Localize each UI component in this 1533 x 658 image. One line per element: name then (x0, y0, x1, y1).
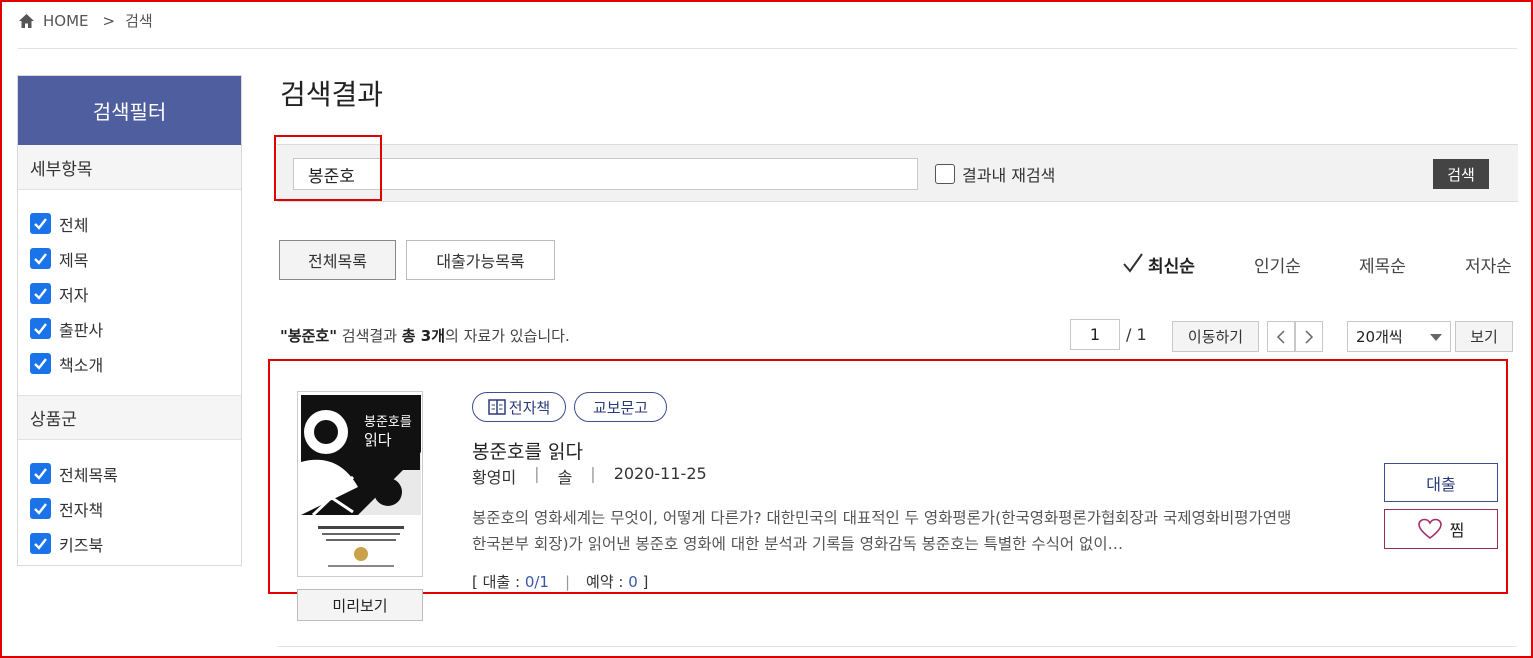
filter-label: 키즈북 (59, 535, 104, 555)
search-filter-sidebar: 검색필터 세부항목 전체 제목 저자 출판사 책소개 상품군 전체목록 전자책 … (17, 75, 242, 566)
filter-label: 책소개 (59, 355, 104, 375)
result-highlight-box (268, 359, 1508, 594)
count-mid: 검색결과 (337, 327, 402, 345)
count-query: "봉준호" (280, 327, 338, 345)
filter-item-author[interactable]: 저자 (30, 276, 241, 311)
tag-kyobo[interactable]: 교보문고 (574, 392, 667, 422)
filter-list-details: 전체 제목 저자 출판사 책소개 (18, 190, 241, 395)
tab-all-list[interactable]: 전체목록 (279, 240, 396, 280)
next-page-button[interactable] (1295, 321, 1323, 352)
count-tail: 의 자료가 있습니다. (445, 327, 570, 345)
re-search-label: 결과내 재검색 (962, 166, 1056, 185)
query-highlight-box (274, 135, 382, 201)
sidebar-title: 검색필터 (18, 76, 241, 145)
chevron-left-icon (1276, 329, 1285, 344)
filter-label: 전체 (59, 215, 89, 235)
filter-label: 전자책 (59, 500, 104, 520)
checkbox-checked-icon[interactable] (30, 213, 51, 234)
filter-item-all-list[interactable]: 전체목록 (30, 456, 241, 491)
tag-ebook[interactable]: 전자책 (472, 392, 566, 422)
search-bar: 결과내 재검색 검색 (277, 144, 1518, 202)
status-divider: | (564, 573, 571, 591)
wish-label: 찜 (1449, 521, 1465, 540)
search-button[interactable]: 검색 (1433, 159, 1489, 189)
home-icon[interactable] (18, 13, 35, 29)
breadcrumb: HOME > 검색 (18, 10, 153, 31)
meta-divider: | (534, 464, 540, 483)
filter-section-title-details: 세부항목 (18, 145, 241, 190)
go-page-button[interactable]: 이동하기 (1172, 321, 1259, 352)
checkbox-checked-icon[interactable] (30, 498, 51, 519)
sort-popular[interactable]: 인기순 (1254, 252, 1301, 277)
status-close: ] (637, 573, 649, 591)
cover-title-text: 봉준호를 (364, 415, 412, 430)
reserve-value: 0 (628, 573, 638, 591)
breadcrumb-home[interactable]: HOME (43, 12, 89, 30)
wish-button[interactable]: 찜 (1384, 509, 1498, 549)
page-number-input[interactable]: 1 (1070, 319, 1120, 350)
book-date: 2020-11-25 (613, 464, 707, 483)
breadcrumb-current: 검색 (125, 12, 153, 30)
page-total: / 1 (1126, 325, 1147, 344)
per-page-value: 20개씩 (1356, 328, 1403, 346)
checkbox-unchecked-icon[interactable] (935, 164, 955, 184)
tab-available-list[interactable]: 대출가능목록 (406, 240, 555, 280)
search-input[interactable] (293, 158, 918, 190)
filter-section-title-product: 상품군 (18, 395, 241, 440)
filter-item-title[interactable]: 제목 (30, 241, 241, 276)
heart-icon (1417, 518, 1442, 540)
sort-label: 최신순 (1148, 257, 1195, 277)
view-button[interactable]: 보기 (1455, 321, 1513, 352)
book-publisher: 솔 (557, 468, 573, 487)
result-count: "봉준호" 검색결과 총 3개의 자료가 있습니다. (280, 325, 570, 346)
filter-label: 출판사 (59, 320, 104, 340)
book-cover-image[interactable]: 봉준호를 읽다 (297, 391, 423, 577)
filter-item-publisher[interactable]: 출판사 (30, 311, 241, 346)
checkbox-checked-icon[interactable] (30, 533, 51, 554)
filter-item-kidsbook[interactable]: 키즈북 (30, 526, 241, 561)
sort-title[interactable]: 제목순 (1359, 252, 1406, 277)
prev-page-button[interactable] (1267, 321, 1295, 352)
reserve-label: 예약 : (586, 573, 629, 591)
checkbox-checked-icon[interactable] (30, 318, 51, 339)
count-total: 총 3개 (401, 327, 446, 345)
re-search-checkbox[interactable]: 결과내 재검색 (935, 162, 1055, 186)
book-author: 황영미 (472, 468, 517, 487)
chevron-right-icon (1305, 329, 1314, 344)
book-description: 봉준호의 영화세계는 무엇이, 어떻게 다른가? 대한민국의 대표적인 두 영화… (472, 509, 1292, 553)
checkbox-checked-icon[interactable] (30, 248, 51, 269)
cover-title-text-2: 읽다 (364, 431, 392, 449)
sort-latest[interactable]: 최신순 (1122, 252, 1195, 277)
ebook-icon (488, 399, 506, 415)
page-title: 검색결과 (280, 78, 384, 111)
filter-label: 제목 (59, 250, 89, 270)
filter-item-ebook[interactable]: 전자책 (30, 491, 241, 526)
tag-label: 전자책 (508, 398, 551, 417)
filter-label: 저자 (59, 285, 89, 305)
check-icon (1123, 252, 1143, 273)
book-meta: 황영미 | 솔 | 2020-11-25 (472, 464, 707, 488)
checkbox-checked-icon[interactable] (30, 283, 51, 304)
loan-value: 0/1 (524, 573, 549, 591)
filter-label: 전체목록 (59, 465, 118, 485)
meta-divider: | (590, 464, 596, 483)
sort-author[interactable]: 저자순 (1465, 252, 1512, 277)
preview-button[interactable]: 미리보기 (297, 589, 423, 621)
filter-list-product: 전체목록 전자책 키즈북 (18, 440, 241, 575)
loan-status: [ 대출 : 0/1 | 예약 : 0 ] (472, 571, 648, 592)
divider (277, 646, 1517, 647)
filter-item-intro[interactable]: 책소개 (30, 346, 241, 381)
filter-item-all[interactable]: 전체 (30, 206, 241, 241)
checkbox-checked-icon[interactable] (30, 353, 51, 374)
checkbox-checked-icon[interactable] (30, 463, 51, 484)
breadcrumb-separator: > (102, 11, 116, 30)
loan-button[interactable]: 대출 (1384, 463, 1498, 502)
loan-label: [ 대출 : (472, 573, 525, 591)
book-title[interactable]: 봉준호를 읽다 (472, 437, 583, 464)
caret-down-icon (1430, 334, 1442, 341)
per-page-select[interactable]: 20개씩 (1347, 321, 1451, 352)
divider (18, 48, 1517, 49)
